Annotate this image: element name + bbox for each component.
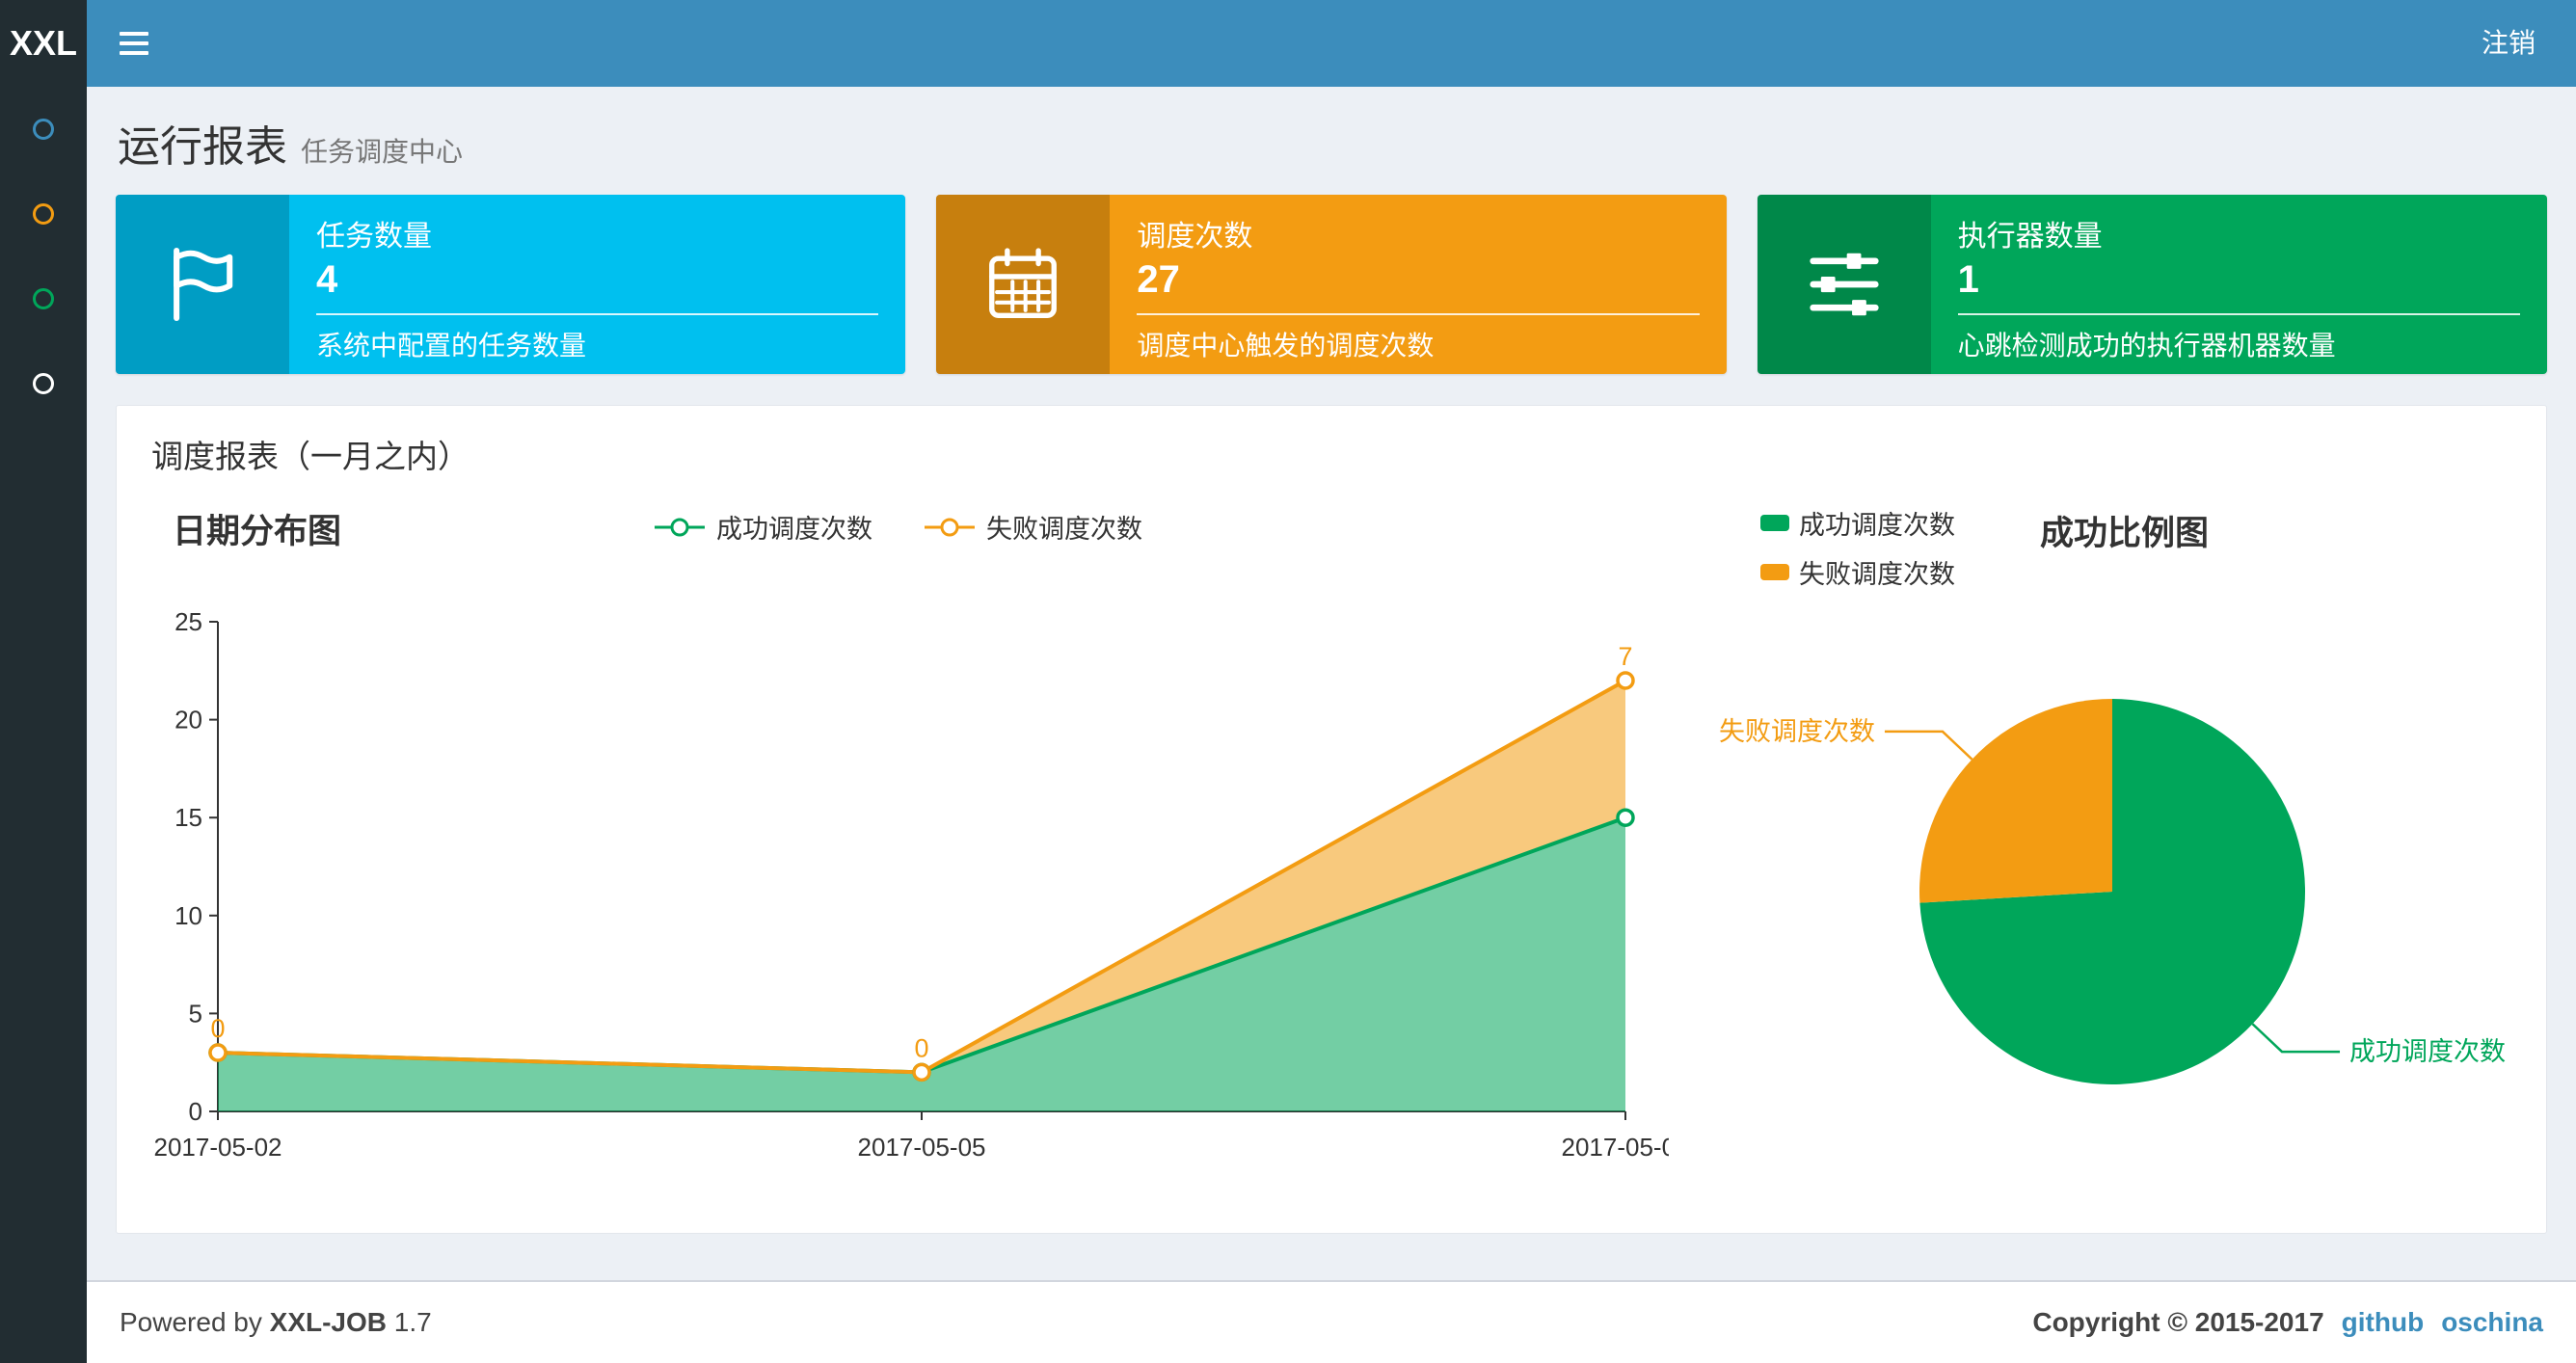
calendar-icon — [936, 195, 1111, 374]
svg-text:20: 20 — [174, 706, 202, 735]
pie-chart-canvas[interactable]: 成功调度次数 失败调度次数 — [1669, 583, 2536, 1181]
top-navbar: XXL 注销 — [0, 0, 2576, 87]
divider — [316, 313, 879, 315]
panel-title: 调度报表（一月之内） — [151, 439, 470, 474]
pie-slice[interactable] — [1919, 699, 2112, 903]
info-box-desc: 系统中配置的任务数量 — [316, 331, 587, 361]
info-box-jobs: 任务数量 4 系统中配置的任务数量 — [116, 195, 906, 374]
page-title: 运行报表 任务调度中心 — [118, 123, 464, 171]
oschina-link[interactable]: oschina — [2441, 1307, 2543, 1338]
powered-by-text: Powered by XXL-JOB 1.7 — [120, 1307, 432, 1337]
legend-label: 成功调度次数 — [1799, 511, 1955, 540]
info-box-row: 任务数量 4 系统中配置的任务数量 调度次数 27 调度中心触发的调度次数 执行… — [116, 195, 2547, 374]
svg-text:0: 0 — [914, 1033, 928, 1062]
logout-link[interactable]: 注销 — [2441, 0, 2576, 87]
sidebar-menu — [0, 87, 87, 426]
circle-icon — [33, 119, 54, 140]
footer: Powered by XXL-JOB 1.7 Copyright © 2015-… — [87, 1280, 2576, 1363]
page-subtitle: 任务调度中心 — [301, 137, 464, 167]
svg-text:7: 7 — [1618, 642, 1632, 671]
line-chart-legend: 成功调度次数 失败调度次数 — [126, 508, 1669, 546]
navbar-bar: 注销 — [87, 0, 2576, 87]
content-header: 运行报表 任务调度中心 — [87, 87, 2576, 195]
info-box-desc: 心跳检测成功的执行器机器数量 — [1957, 331, 2336, 361]
svg-text:5: 5 — [189, 999, 202, 1028]
success-ratio-chart: 成功调度次数 失败调度次数 成功比例图 成功调度次数 失败调度次数 — [1669, 491, 2536, 1204]
svg-text:成功调度次数: 成功调度次数 — [2349, 1037, 2506, 1066]
legend-label: 成功调度次数 — [716, 515, 872, 544]
divider — [1957, 313, 2520, 315]
svg-text:0: 0 — [189, 1097, 202, 1126]
svg-text:2017-05-05: 2017-05-05 — [858, 1133, 986, 1162]
sidebar-item-3[interactable] — [0, 256, 87, 341]
legend-item[interactable]: 成功调度次数 — [653, 508, 872, 546]
legend-item[interactable]: 成功调度次数 — [1760, 504, 1955, 542]
info-box-title: 任务数量 — [316, 221, 432, 253]
svg-text:0: 0 — [210, 1014, 225, 1043]
info-box-value: 1 — [1957, 258, 1979, 301]
app-logo[interactable]: XXL — [0, 0, 87, 87]
svg-text:25: 25 — [174, 607, 202, 636]
info-box-title: 调度次数 — [1137, 221, 1253, 253]
legend-label: 失败调度次数 — [1799, 560, 1955, 589]
svg-text:2017-05-02: 2017-05-02 — [154, 1133, 282, 1162]
line-chart-canvas[interactable]: 05101520252017-05-022017-05-052017-05-08… — [126, 583, 1670, 1181]
sidebar — [0, 87, 87, 1363]
sidebar-item-1[interactable] — [0, 87, 87, 172]
circle-icon — [33, 203, 54, 225]
svg-text:2017-05-08: 2017-05-08 — [1562, 1133, 1670, 1162]
copyright-text: Copyright © 2015-2017 — [2032, 1307, 2324, 1337]
svg-text:15: 15 — [174, 803, 202, 832]
circle-icon — [33, 373, 54, 394]
sidebar-toggle-button[interactable] — [87, 0, 181, 87]
info-box-desc: 调度中心触发的调度次数 — [1137, 331, 1435, 361]
legend-marker-icon — [655, 518, 705, 536]
info-box-title: 执行器数量 — [1957, 221, 2103, 253]
legend-item[interactable]: 失败调度次数 — [923, 508, 1142, 546]
sidebar-item-2[interactable] — [0, 172, 87, 256]
legend-label: 失败调度次数 — [986, 515, 1142, 544]
legend-item[interactable]: 失败调度次数 — [1760, 553, 1955, 591]
info-box-executors: 执行器数量 1 心跳检测成功的执行器机器数量 — [1757, 195, 2547, 374]
divider — [1137, 313, 1700, 315]
info-box-triggers: 调度次数 27 调度中心触发的调度次数 — [936, 195, 1727, 374]
flag-icon — [116, 195, 289, 374]
sidebar-item-4[interactable] — [0, 341, 87, 426]
circle-icon — [33, 288, 54, 309]
legend-swatch-icon — [1760, 564, 1789, 580]
info-box-value: 4 — [316, 258, 338, 301]
pie-chart-title: 成功比例图 — [2040, 515, 2210, 552]
info-box-value: 27 — [1137, 258, 1180, 301]
xxl-job-dashboard: XXL 注销 运行报表 任务调度中心 任务数量 4 系统中配置的任务数量 调度次… — [0, 0, 2576, 1363]
date-distribution-chart: 日期分布图 成功调度次数 失败调度次数 0 5 10 15 20 25 2017-05-02 2… — [126, 491, 1670, 1204]
legend-swatch-icon — [1760, 515, 1789, 531]
svg-text:失败调度次数: 失败调度次数 — [1719, 717, 1875, 746]
legend-marker-icon — [925, 518, 975, 536]
dispatch-report-panel: 调度报表（一月之内） 日期分布图 成功调度次数 失败调度次数 0 5 10 15 20 25… — [116, 405, 2547, 1234]
pie-chart-legend: 成功调度次数 失败调度次数 — [1760, 504, 1955, 602]
sliders-icon — [1757, 195, 1931, 374]
hamburger-icon — [120, 32, 148, 36]
svg-text:10: 10 — [174, 901, 202, 930]
main-content: 运行报表 任务调度中心 任务数量 4 系统中配置的任务数量 调度次数 27 调度… — [87, 87, 2576, 1363]
github-link[interactable]: github — [2342, 1307, 2425, 1338]
